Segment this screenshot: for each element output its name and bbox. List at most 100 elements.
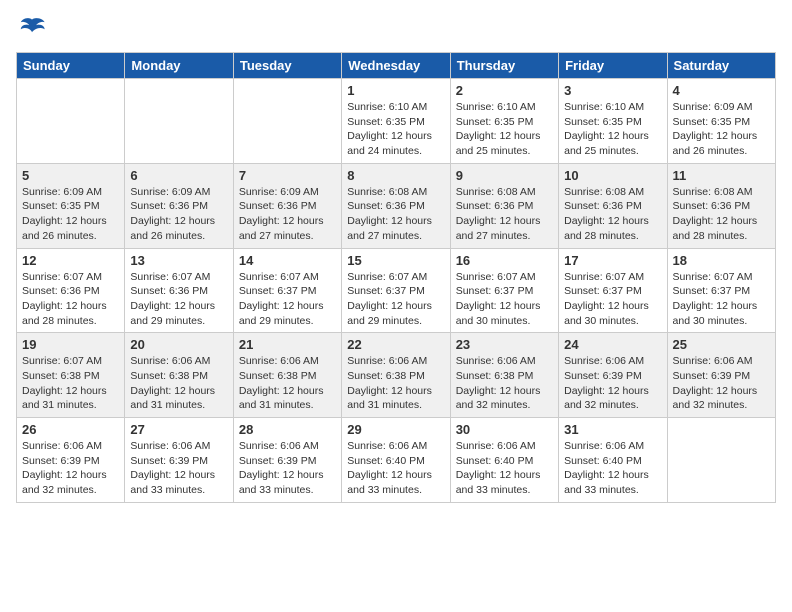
calendar-cell: 13 Sunrise: 6:07 AM Sunset: 6:36 PM Dayli… (125, 248, 233, 333)
calendar-cell: 19Sunrise: 6:07 AM Sunset: 6:38 PM Dayli… (17, 333, 125, 418)
day-info: Sunrise: 6:06 AM Sunset: 6:39 PM Dayligh… (673, 354, 770, 413)
day-number: 25 (673, 337, 770, 352)
day-info: Sunrise: 6:10 AM Sunset: 6:35 PM Dayligh… (347, 100, 444, 159)
col-header-wednesday: Wednesday (342, 53, 450, 79)
calendar-week-2: 5 Sunrise: 6:09 AM Sunset: 6:35 PM Daylig… (17, 163, 776, 248)
day-number: 29 (347, 422, 444, 437)
day-number: 27 (130, 422, 227, 437)
day-info: Sunrise: 6:06 AM Sunset: 6:39 PM Dayligh… (564, 354, 661, 413)
day-info: Sunrise: 6:07 AM Sunset: 6:37 PM Dayligh… (239, 270, 336, 329)
day-info: Sunrise: 6:06 AM Sunset: 6:38 PM Dayligh… (456, 354, 553, 413)
page-header (16, 16, 776, 40)
day-number: 11 (673, 168, 770, 183)
day-info: Sunrise: 6:07 AM Sunset: 6:38 PM Dayligh… (22, 354, 119, 413)
day-info: Sunrise: 6:06 AM Sunset: 6:39 PM Dayligh… (130, 439, 227, 498)
calendar-cell: 23 Sunrise: 6:06 AM Sunset: 6:38 PM Dayli… (450, 333, 558, 418)
calendar-cell: 17 Sunrise: 6:07 AM Sunset: 6:37 PM Dayli… (559, 248, 667, 333)
calendar-cell: 29 Sunrise: 6:06 AM Sunset: 6:40 PM Dayli… (342, 418, 450, 503)
calendar-cell: 20 Sunrise: 6:06 AM Sunset: 6:38 PM Dayli… (125, 333, 233, 418)
day-info: Sunrise: 6:07 AM Sunset: 6:37 PM Dayligh… (673, 270, 770, 329)
day-info: Sunrise: 6:06 AM Sunset: 6:39 PM Dayligh… (239, 439, 336, 498)
calendar-cell: 4 Sunrise: 6:09 AM Sunset: 6:35 PM Daylig… (667, 79, 775, 164)
col-header-tuesday: Tuesday (233, 53, 341, 79)
day-number: 9 (456, 168, 553, 183)
day-info: Sunrise: 6:08 AM Sunset: 6:36 PM Dayligh… (347, 185, 444, 244)
calendar-week-1: 1 Sunrise: 6:10 AM Sunset: 6:35 PM Daylig… (17, 79, 776, 164)
col-header-friday: Friday (559, 53, 667, 79)
calendar-cell: 6 Sunrise: 6:09 AM Sunset: 6:36 PM Daylig… (125, 163, 233, 248)
calendar-cell: 30 Sunrise: 6:06 AM Sunset: 6:40 PM Dayli… (450, 418, 558, 503)
day-info: Sunrise: 6:06 AM Sunset: 6:40 PM Dayligh… (564, 439, 661, 498)
day-info: Sunrise: 6:06 AM Sunset: 6:38 PM Dayligh… (239, 354, 336, 413)
calendar-cell (233, 79, 341, 164)
day-info: Sunrise: 6:06 AM Sunset: 6:39 PM Dayligh… (22, 439, 119, 498)
day-info: Sunrise: 6:07 AM Sunset: 6:36 PM Dayligh… (130, 270, 227, 329)
day-number: 1 (347, 83, 444, 98)
col-header-monday: Monday (125, 53, 233, 79)
calendar-cell: 16 Sunrise: 6:07 AM Sunset: 6:37 PM Dayli… (450, 248, 558, 333)
day-number: 21 (239, 337, 336, 352)
calendar-cell: 25 Sunrise: 6:06 AM Sunset: 6:39 PM Dayli… (667, 333, 775, 418)
day-number: 4 (673, 83, 770, 98)
day-info: Sunrise: 6:06 AM Sunset: 6:40 PM Dayligh… (456, 439, 553, 498)
day-number: 2 (456, 83, 553, 98)
day-number: 12 (22, 253, 119, 268)
day-number: 23 (456, 337, 553, 352)
day-number: 20 (130, 337, 227, 352)
calendar-week-5: 26 Sunrise: 6:06 AM Sunset: 6:39 PM Dayli… (17, 418, 776, 503)
day-info: Sunrise: 6:08 AM Sunset: 6:36 PM Dayligh… (456, 185, 553, 244)
calendar-cell: 8Sunrise: 6:08 AM Sunset: 6:36 PM Daylig… (342, 163, 450, 248)
day-info: Sunrise: 6:07 AM Sunset: 6:37 PM Dayligh… (347, 270, 444, 329)
col-header-saturday: Saturday (667, 53, 775, 79)
calendar-week-4: 19Sunrise: 6:07 AM Sunset: 6:38 PM Dayli… (17, 333, 776, 418)
calendar-cell: 2 Sunrise: 6:10 AM Sunset: 6:35 PM Daylig… (450, 79, 558, 164)
day-info: Sunrise: 6:09 AM Sunset: 6:36 PM Dayligh… (239, 185, 336, 244)
calendar-cell: 9 Sunrise: 6:08 AM Sunset: 6:36 PM Daylig… (450, 163, 558, 248)
calendar-cell: 22Sunrise: 6:06 AM Sunset: 6:38 PM Dayli… (342, 333, 450, 418)
calendar-cell: 21 Sunrise: 6:06 AM Sunset: 6:38 PM Dayli… (233, 333, 341, 418)
day-number: 22 (347, 337, 444, 352)
day-number: 18 (673, 253, 770, 268)
calendar-cell (667, 418, 775, 503)
calendar-cell: 14 Sunrise: 6:07 AM Sunset: 6:37 PM Dayli… (233, 248, 341, 333)
day-info: Sunrise: 6:07 AM Sunset: 6:37 PM Dayligh… (456, 270, 553, 329)
day-number: 13 (130, 253, 227, 268)
day-number: 16 (456, 253, 553, 268)
calendar-cell: 28Sunrise: 6:06 AM Sunset: 6:39 PM Dayli… (233, 418, 341, 503)
calendar-cell: 7Sunrise: 6:09 AM Sunset: 6:36 PM Daylig… (233, 163, 341, 248)
day-number: 5 (22, 168, 119, 183)
calendar-cell: 12 Sunrise: 6:07 AM Sunset: 6:36 PM Dayli… (17, 248, 125, 333)
day-info: Sunrise: 6:09 AM Sunset: 6:36 PM Dayligh… (130, 185, 227, 244)
calendar-cell: 15 Sunrise: 6:07 AM Sunset: 6:37 PM Dayli… (342, 248, 450, 333)
day-number: 26 (22, 422, 119, 437)
col-header-sunday: Sunday (17, 53, 125, 79)
calendar-cell: 5 Sunrise: 6:09 AM Sunset: 6:35 PM Daylig… (17, 163, 125, 248)
day-number: 6 (130, 168, 227, 183)
calendar-cell: 11 Sunrise: 6:08 AM Sunset: 6:36 PM Dayli… (667, 163, 775, 248)
day-info: Sunrise: 6:09 AM Sunset: 6:35 PM Dayligh… (22, 185, 119, 244)
day-info: Sunrise: 6:07 AM Sunset: 6:36 PM Dayligh… (22, 270, 119, 329)
day-number: 3 (564, 83, 661, 98)
day-info: Sunrise: 6:06 AM Sunset: 6:40 PM Dayligh… (347, 439, 444, 498)
day-number: 10 (564, 168, 661, 183)
calendar-cell (125, 79, 233, 164)
day-number: 14 (239, 253, 336, 268)
calendar-cell: 3 Sunrise: 6:10 AM Sunset: 6:35 PM Daylig… (559, 79, 667, 164)
calendar-week-3: 12 Sunrise: 6:07 AM Sunset: 6:36 PM Dayli… (17, 248, 776, 333)
day-info: Sunrise: 6:10 AM Sunset: 6:35 PM Dayligh… (456, 100, 553, 159)
day-info: Sunrise: 6:10 AM Sunset: 6:35 PM Dayligh… (564, 100, 661, 159)
calendar-cell: 26 Sunrise: 6:06 AM Sunset: 6:39 PM Dayli… (17, 418, 125, 503)
calendar-cell: 27 Sunrise: 6:06 AM Sunset: 6:39 PM Dayli… (125, 418, 233, 503)
day-info: Sunrise: 6:06 AM Sunset: 6:38 PM Dayligh… (130, 354, 227, 413)
calendar-cell (17, 79, 125, 164)
day-info: Sunrise: 6:07 AM Sunset: 6:37 PM Dayligh… (564, 270, 661, 329)
day-info: Sunrise: 6:09 AM Sunset: 6:35 PM Dayligh… (673, 100, 770, 159)
calendar-table: SundayMondayTuesdayWednesdayThursdayFrid… (16, 52, 776, 503)
calendar-header-row: SundayMondayTuesdayWednesdayThursdayFrid… (17, 53, 776, 79)
day-info: Sunrise: 6:08 AM Sunset: 6:36 PM Dayligh… (673, 185, 770, 244)
day-number: 31 (564, 422, 661, 437)
day-number: 17 (564, 253, 661, 268)
day-number: 15 (347, 253, 444, 268)
day-number: 30 (456, 422, 553, 437)
day-info: Sunrise: 6:08 AM Sunset: 6:36 PM Dayligh… (564, 185, 661, 244)
